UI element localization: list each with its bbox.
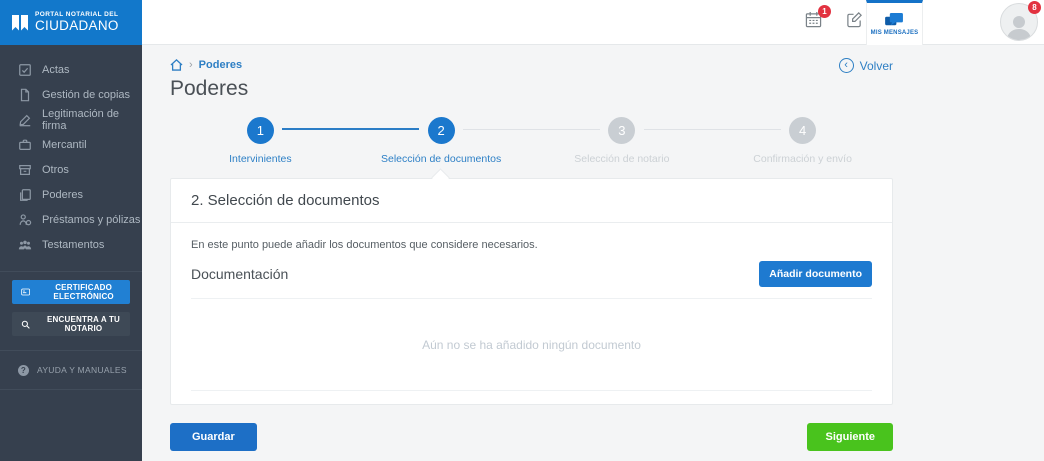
logo-line2: CIUDADANO <box>35 19 119 33</box>
step-3-label: Selección de notario <box>532 153 713 165</box>
sidebar-item-actas[interactable]: Actas <box>0 57 142 82</box>
home-icon <box>170 59 183 71</box>
card-icon <box>21 287 30 297</box>
main-content: › Poderes ‹ Volver Poderes 1 Intervinien… <box>142 45 1044 461</box>
step-2-label: Selección de documentos <box>351 153 532 165</box>
documentation-label: Documentación <box>191 266 288 282</box>
sidebar-item-label: Poderes <box>42 189 83 201</box>
breadcrumb-home[interactable] <box>170 59 183 71</box>
sidebar-item-label: Mercantil <box>42 139 87 151</box>
page-title: Poderes <box>170 77 248 101</box>
sidebar: PORTAL NOTARIAL DEL CIUDADANO Actas Gest… <box>0 0 142 461</box>
search-icon <box>21 319 30 330</box>
documents-panel: 2. Selección de documentos En este punto… <box>170 178 893 405</box>
certificado-label: CERTIFICADO ELECTRÓNICO <box>37 283 130 301</box>
panel-intro-text: En este punto puede añadir los documento… <box>191 239 872 251</box>
step-3-circle[interactable]: 3 <box>608 117 635 144</box>
step-4-label: Confirmación y envío <box>712 153 893 165</box>
breadcrumb: › Poderes <box>170 59 242 71</box>
sidebar-item-legitimacion-de-firma[interactable]: Legitimación de firma <box>0 107 142 132</box>
step-confirmacion-envio: 4 Confirmación y envío <box>712 113 893 165</box>
poderes-icon <box>18 188 32 202</box>
prestamos-icon <box>18 213 32 227</box>
otros-icon <box>18 163 32 177</box>
encuentra-notario-button[interactable]: ENCUENTRA A TU NOTARIO <box>12 312 130 336</box>
add-document-button[interactable]: Añadir documento <box>759 261 872 287</box>
actas-icon <box>18 63 32 77</box>
compose-icon <box>846 11 863 28</box>
documentation-row: Documentación Añadir documento <box>191 261 872 299</box>
sidebar-item-label: Gestión de copias <box>42 89 130 101</box>
ayuda-label: AYUDA Y MANUALES <box>37 365 127 375</box>
sidebar-item-mercantil[interactable]: Mercantil <box>0 132 142 157</box>
empty-documents-message: Aún no se ha añadido ningún documento <box>191 299 872 391</box>
top-header: 1 MIS MENSAJES 8 <box>142 0 1044 45</box>
question-icon: ? <box>18 365 29 376</box>
wizard-stepper: 1 Intervinientes 2 Selección de document… <box>170 113 893 165</box>
calendar-button[interactable]: 1 <box>805 11 822 33</box>
siguiente-button[interactable]: Siguiente <box>807 423 893 451</box>
sidebar-item-label: Legitimación de firma <box>42 108 142 132</box>
sidebar-item-gestion-de-copias[interactable]: Gestión de copias <box>0 82 142 107</box>
sidebar-divider <box>0 389 142 390</box>
chevron-left-icon: ‹ <box>839 58 854 73</box>
sidebar-item-label: Otros <box>42 164 69 176</box>
compose-button[interactable] <box>846 11 863 33</box>
mercantil-icon <box>18 138 32 152</box>
sidebar-divider <box>0 271 142 272</box>
sidebar-item-label: Actas <box>42 64 70 76</box>
sidebar-nav: Actas Gestión de copias Legitimación de … <box>0 57 142 257</box>
breadcrumb-current[interactable]: Poderes <box>199 59 242 71</box>
logo-text: PORTAL NOTARIAL DEL CIUDADANO <box>35 12 119 33</box>
person-icon <box>1004 12 1034 40</box>
ayuda-manuales-link[interactable]: ? AYUDA Y MANUALES <box>0 359 142 381</box>
logo-icon <box>12 15 28 31</box>
sidebar-item-prestamos-y-polizas[interactable]: Préstamos y pólizas <box>0 207 142 232</box>
step-seleccion-notario: 3 Selección de notario <box>532 113 713 165</box>
certificado-electronico-button[interactable]: CERTIFICADO ELECTRÓNICO <box>12 280 130 304</box>
avatar-badge: 8 <box>1028 1 1041 14</box>
wizard-footer: Guardar Siguiente <box>170 423 893 451</box>
user-avatar[interactable]: 8 <box>1000 3 1038 41</box>
sidebar-divider <box>0 350 142 351</box>
mis-mensajes-label: MIS MENSAJES <box>871 30 919 36</box>
step-1-label: Intervinientes <box>170 153 351 165</box>
breadcrumb-separator: › <box>189 59 193 71</box>
logo[interactable]: PORTAL NOTARIAL DEL CIUDADANO <box>0 0 142 45</box>
sidebar-item-label: Préstamos y pólizas <box>42 214 140 226</box>
guardar-button[interactable]: Guardar <box>170 423 257 451</box>
messages-icon <box>885 13 904 28</box>
step-1-circle[interactable]: 1 <box>247 117 274 144</box>
encuentra-label: ENCUENTRA A TU NOTARIO <box>37 315 130 333</box>
panel-title: 2. Selección de documentos <box>171 179 892 223</box>
volver-link[interactable]: ‹ Volver <box>839 58 893 73</box>
step-4-circle[interactable]: 4 <box>789 117 816 144</box>
sidebar-item-poderes[interactable]: Poderes <box>0 182 142 207</box>
testamentos-icon <box>18 238 32 252</box>
firma-icon <box>18 113 32 127</box>
sidebar-item-testamentos[interactable]: Testamentos <box>0 232 142 257</box>
volver-label: Volver <box>860 59 893 73</box>
step-seleccion-documentos: 2 Selección de documentos <box>351 113 532 165</box>
sidebar-item-label: Testamentos <box>42 239 104 251</box>
copias-icon <box>18 88 32 102</box>
step-intervinientes: 1 Intervinientes <box>170 113 351 165</box>
step-2-circle[interactable]: 2 <box>428 117 455 144</box>
calendar-badge: 1 <box>818 5 831 18</box>
mis-mensajes-tab[interactable]: MIS MENSAJES <box>866 0 923 45</box>
sidebar-item-otros[interactable]: Otros <box>0 157 142 182</box>
